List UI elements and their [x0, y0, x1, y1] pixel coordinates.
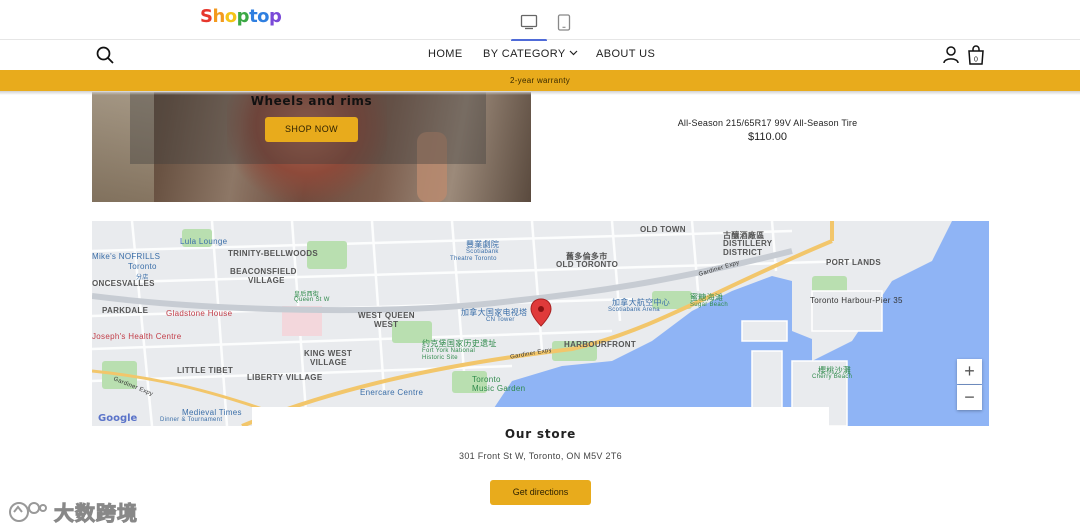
logo-letter: h — [212, 6, 225, 27]
cart-count: 0 — [974, 57, 978, 64]
map-label-scotiabank-2: Scotiabank Arena — [608, 307, 660, 313]
watermark-logo-icon — [9, 501, 47, 522]
map-label-fortyork-3: Historic Site — [422, 355, 458, 361]
zoom-out-button[interactable]: − — [957, 385, 982, 410]
product-title[interactable]: All-Season 215/65R17 99V All-Season Tire — [620, 118, 915, 128]
editor-toolbar: Shoptop — [0, 0, 1080, 42]
product-price: $110.00 — [748, 131, 787, 143]
announcement-bar: 2-year warranty — [0, 70, 1080, 91]
map-label-distillery-2: DISTRICT — [723, 248, 763, 257]
map-label-pier[interactable]: Toronto Harbour-Pier 35 — [810, 296, 903, 305]
map-label-theatre-2: Scotiabank — [466, 249, 499, 255]
map-label-music-2: Music Garden — [472, 384, 526, 393]
store-header: HOME BY CATEGORY ABOUT US 0 — [0, 41, 1080, 70]
map-label-medieval[interactable]: Medieval Times — [182, 408, 242, 417]
map-label-sugar-2: Sugar Beach — [690, 302, 728, 308]
hero-title: Wheels and rims — [250, 94, 373, 108]
map-label-fortyork-2: Fort York National — [422, 348, 476, 354]
map-label-distillery: DISTILLERY — [723, 239, 773, 248]
map-label-queenst-2: Queen St W — [294, 297, 330, 303]
tablet-icon — [557, 13, 571, 31]
tablet-preview-button[interactable] — [546, 8, 582, 36]
logo-letter: o — [257, 6, 270, 27]
map-label-portlands: PORT LANDS — [826, 258, 881, 267]
nav-home-link[interactable]: HOME — [428, 48, 463, 60]
map-label-trinity: TRINITY-BELLWOODS — [228, 249, 318, 258]
logo-letter: o — [224, 6, 237, 27]
store-map[interactable]: Lula Lounge Mike's NOFRILLS Toronto 分店 T… — [92, 221, 989, 426]
map-label-gladstone[interactable]: Gladstone House — [166, 309, 232, 318]
store-address: 301 Front St W, Toronto, ON M5V 2T6 — [459, 451, 622, 461]
desktop-icon — [520, 14, 538, 30]
map-label-westqueen-2: WEST — [374, 320, 399, 329]
search-icon[interactable] — [95, 45, 115, 65]
map-label-westqueen: WEST QUEEN — [358, 311, 415, 320]
chevron-down-icon — [569, 50, 578, 56]
hero-banner: Wheels and rims SHOP NOW — [92, 92, 531, 202]
cart-bag-icon[interactable]: 0 — [966, 44, 986, 66]
watermark: 大数跨境 — [8, 497, 138, 526]
map-label-beaconsfield: BEACONSFIELD — [230, 267, 297, 276]
map-label-oldtown: OLD TOWN — [640, 225, 686, 234]
nav-about-link[interactable]: ABOUT US — [596, 48, 655, 60]
logo-letter: p — [236, 6, 250, 27]
store-title: Our store — [504, 427, 577, 441]
logo-letter: t — [249, 6, 258, 27]
map-label-nofrills-2: Toronto — [128, 262, 157, 271]
store-info-card: Our store 301 Front St W, Toronto, ON M5… — [252, 407, 829, 531]
shop-now-button[interactable]: SHOP NOW — [265, 117, 358, 142]
map-label-roncesvalles: ONCESVALLES — [92, 279, 155, 288]
logo-letter: p — [269, 6, 282, 27]
header-shadow — [0, 91, 1080, 95]
map-label-theatre-3: Theatre Toronto — [450, 256, 497, 262]
map-label-beaconsfield-2: VILLAGE — [248, 276, 285, 285]
map-label-oldtoronto: OLD TORONTO — [556, 260, 619, 269]
map-graphic — [92, 221, 989, 426]
get-directions-button[interactable]: Get directions — [490, 480, 591, 505]
map-label-liberty: LIBERTY VILLAGE — [247, 373, 323, 382]
map-label-josephs[interactable]: Joseph's Health Centre — [92, 332, 182, 341]
google-logo[interactable]: Google — [98, 413, 137, 424]
map-label-medieval-2: Dinner & Tournament — [160, 417, 223, 423]
map-label-enercare[interactable]: Enercare Centre — [360, 388, 423, 397]
map-label-lula[interactable]: Lula Lounge — [180, 237, 227, 246]
map-pin-icon — [530, 298, 552, 327]
map-label-kingwest: KING WEST — [304, 349, 353, 358]
map-label-nofrills[interactable]: Mike's NOFRILLS — [92, 252, 160, 261]
zoom-in-button[interactable]: + — [957, 359, 982, 384]
user-icon[interactable] — [942, 45, 960, 65]
desktop-preview-button[interactable] — [511, 8, 547, 42]
map-label-cntower-2: CN Tower — [486, 317, 515, 323]
logo-letter: S — [200, 6, 213, 27]
nav-category-label: BY CATEGORY — [483, 48, 566, 60]
nav-category-dropdown[interactable]: BY CATEGORY — [483, 48, 578, 60]
map-label-harbourfront: HARBOURFRONT — [564, 340, 637, 349]
map-label-littletibet: LITTLE TIBET — [177, 366, 234, 375]
shoptop-logo[interactable]: Shoptop — [200, 6, 282, 27]
map-label-cherry-2: Cherry Beach — [812, 374, 853, 380]
map-label-kingwest-2: VILLAGE — [310, 358, 347, 367]
map-label-parkdale: PARKDALE — [102, 306, 149, 315]
map-label-music[interactable]: Toronto — [472, 375, 501, 384]
watermark-text: 大数跨境 — [54, 501, 138, 526]
